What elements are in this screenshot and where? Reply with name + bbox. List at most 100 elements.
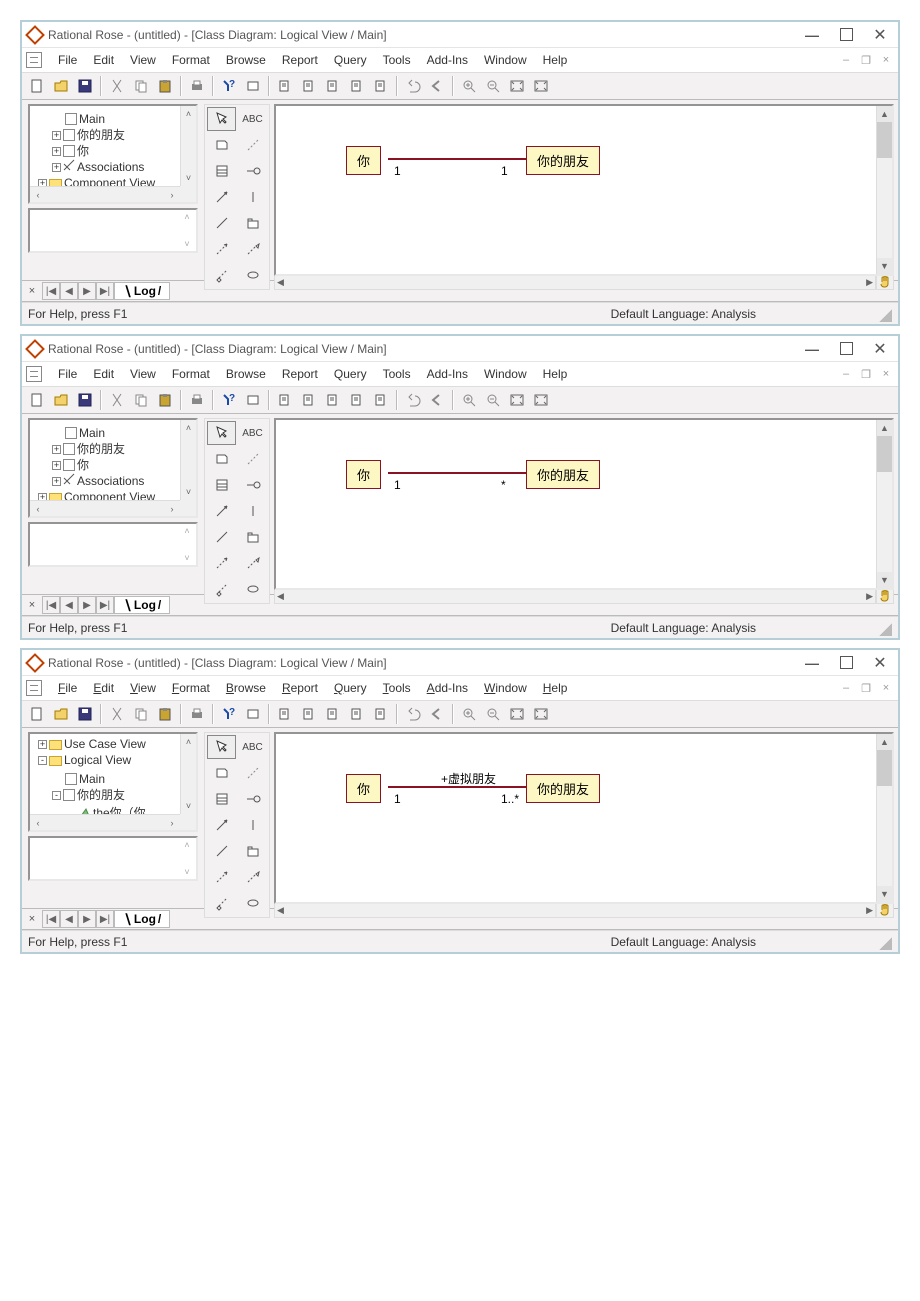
copy-button[interactable] [130, 389, 152, 411]
aggregation-tool[interactable] [207, 577, 236, 601]
multiplicity-b[interactable]: * [501, 478, 506, 492]
menu-format[interactable]: Format [164, 679, 218, 697]
uni-assoc-tool[interactable] [207, 499, 236, 523]
fit-window-button[interactable] [506, 75, 528, 97]
separator-tool[interactable] [238, 499, 267, 523]
browse-prev-button[interactable] [426, 75, 448, 97]
tree-item[interactable]: + Use Case View [38, 737, 146, 752]
assoc-tool[interactable] [207, 525, 236, 549]
pan-hand-button[interactable] [876, 588, 894, 604]
mdi-minimize[interactable]: – [838, 52, 854, 68]
paste-button[interactable] [154, 389, 176, 411]
new-button[interactable] [26, 389, 48, 411]
note-tool[interactable] [207, 447, 236, 471]
print-button[interactable] [186, 389, 208, 411]
undo-fit-button[interactable] [530, 389, 552, 411]
zoom-in-button[interactable] [458, 703, 480, 725]
package-tool[interactable] [238, 211, 267, 235]
browse-class-button[interactable] [274, 703, 296, 725]
tree-hscroll[interactable]: ‹› [30, 500, 180, 516]
interface-tool[interactable] [238, 473, 267, 497]
realize-tool[interactable] [238, 865, 267, 889]
window-minimize[interactable] [800, 25, 824, 45]
browse-prev-button[interactable] [426, 389, 448, 411]
tree-item[interactable]: Main [52, 426, 105, 441]
browse-class-button[interactable] [274, 75, 296, 97]
assoc-tool[interactable] [207, 839, 236, 863]
tree-expand[interactable]: + [52, 477, 61, 486]
select-button[interactable] [242, 75, 264, 97]
association-role[interactable]: +虚拟朋友 [441, 770, 496, 787]
uni-assoc-tool[interactable] [207, 185, 236, 209]
tree-vscroll[interactable]: ˄˅ [180, 734, 196, 814]
browse-parent-button[interactable] [402, 75, 424, 97]
tree-expand[interactable]: + [52, 445, 61, 454]
window-maximize[interactable] [834, 653, 858, 673]
menu-file[interactable]: File [50, 679, 85, 697]
browse-deploy-button[interactable] [322, 703, 344, 725]
menu-browse[interactable]: Browse [218, 365, 274, 383]
menu-browse[interactable]: Browse [218, 679, 274, 697]
documentation-pane[interactable]: ˄˅ [28, 836, 198, 881]
menu-help[interactable]: Help [535, 365, 576, 383]
class-box-a[interactable]: 你 [346, 460, 381, 489]
interface-tool[interactable] [238, 159, 267, 183]
browse-comp-button[interactable] [298, 75, 320, 97]
mdi-restore[interactable]: ❐ [858, 366, 874, 382]
tree-item[interactable]: + 你的朋友 [52, 442, 125, 457]
menu-window[interactable]: Window [476, 51, 535, 69]
pointer-tool[interactable] [207, 421, 236, 445]
paste-button[interactable] [154, 703, 176, 725]
menu-query[interactable]: Query [326, 51, 375, 69]
cut-button[interactable] [106, 75, 128, 97]
menu-format[interactable]: Format [164, 365, 218, 383]
tree-expand[interactable]: + [52, 163, 61, 172]
mdi-close[interactable]: × [878, 52, 894, 68]
menu-query[interactable]: Query [326, 679, 375, 697]
browse-interact-button[interactable] [346, 75, 368, 97]
browse-comp-button[interactable] [298, 703, 320, 725]
mdi-document-icon[interactable] [26, 52, 42, 68]
diagram-canvas[interactable]: 你 你的朋友 1 * ▲▼ [274, 418, 894, 590]
multiplicity-b[interactable]: 1..* [501, 792, 519, 806]
browse-class-button[interactable] [274, 389, 296, 411]
menu-view[interactable]: View [122, 51, 164, 69]
canvas-vscroll[interactable]: ▲▼ [876, 420, 892, 588]
package-tool[interactable] [238, 839, 267, 863]
menu-tools[interactable]: Tools [375, 679, 419, 697]
anchor-tool[interactable] [238, 761, 267, 785]
fit-window-button[interactable] [506, 389, 528, 411]
title-bar[interactable]: Rational Rose - (untitled) - [Class Diag… [22, 336, 898, 362]
open-button[interactable] [50, 389, 72, 411]
tree-hscroll[interactable]: ‹› [30, 814, 180, 830]
mdi-close[interactable]: × [878, 366, 894, 382]
pan-hand-button[interactable] [876, 274, 894, 290]
separator-tool[interactable] [238, 813, 267, 837]
save-button[interactable] [74, 703, 96, 725]
title-bar[interactable]: Rational Rose - (untitled) - [Class Diag… [22, 22, 898, 48]
interface-tool[interactable] [238, 787, 267, 811]
context-help-button[interactable]: ? [218, 75, 240, 97]
doc-scroll[interactable]: ˄˅ [180, 840, 194, 877]
text-tool[interactable]: ABC [238, 735, 267, 759]
ellipse-tool[interactable] [238, 577, 267, 601]
menu-edit[interactable]: Edit [85, 365, 122, 383]
mdi-document-icon[interactable] [26, 680, 42, 696]
paste-button[interactable] [154, 75, 176, 97]
pointer-tool[interactable] [207, 107, 236, 131]
browse-deploy-button[interactable] [322, 75, 344, 97]
multiplicity-a[interactable]: 1 [394, 478, 401, 492]
select-button[interactable] [242, 703, 264, 725]
mdi-restore[interactable]: ❐ [858, 680, 874, 696]
menu-edit[interactable]: Edit [85, 51, 122, 69]
tree-hscroll[interactable]: ‹› [30, 186, 180, 202]
realize-tool[interactable] [238, 551, 267, 575]
canvas-hscroll[interactable]: ◀▶ [274, 588, 876, 604]
mdi-close[interactable]: × [878, 680, 894, 696]
copy-button[interactable] [130, 703, 152, 725]
dependency-tool[interactable] [207, 237, 236, 261]
browse-parent-button[interactable] [402, 389, 424, 411]
menu-window[interactable]: Window [476, 365, 535, 383]
zoom-out-button[interactable] [482, 389, 504, 411]
context-help-button[interactable]: ? [218, 703, 240, 725]
